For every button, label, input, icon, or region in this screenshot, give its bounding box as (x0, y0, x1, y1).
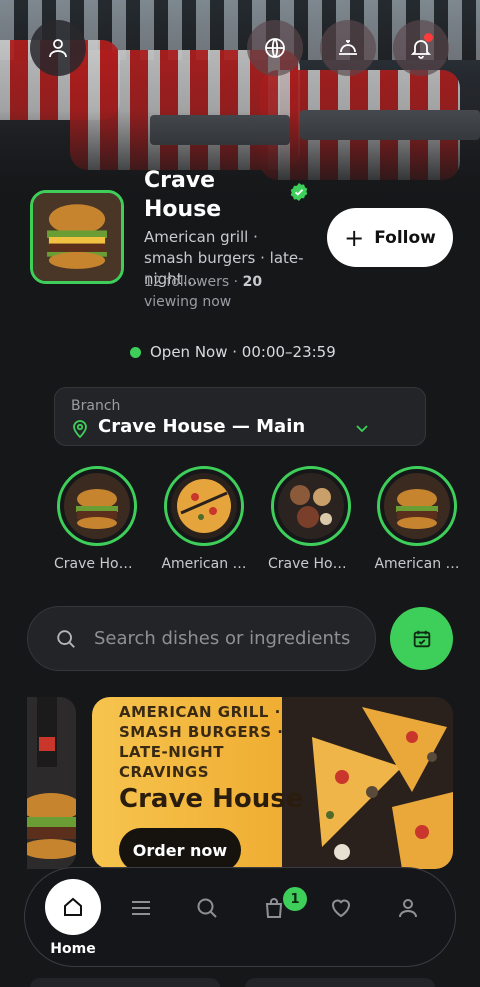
restaurant-logo (30, 190, 124, 284)
story-caption: American … (161, 556, 247, 572)
calendar-check-icon (413, 630, 430, 647)
pizza-thumbnail (171, 473, 237, 539)
search-icon (197, 898, 217, 918)
nav-home-label: Home (50, 941, 96, 957)
restaurant-stats: 12 followers · 20 viewing now (144, 272, 309, 312)
story-item[interactable]: Crave Hou… (268, 466, 354, 572)
branch-label: Branch (71, 398, 121, 414)
home-icon (64, 897, 82, 916)
previous-banner[interactable] (27, 697, 76, 869)
order-now-button[interactable]: Order now (119, 828, 241, 869)
globe-icon (265, 38, 285, 58)
story-item[interactable]: American … (161, 466, 247, 572)
language-button[interactable] (247, 20, 303, 76)
search-icon (57, 630, 75, 648)
banner-tagline: AMERICAN GRILL · SMASH BURGERS · LATE-NI… (119, 703, 284, 781)
branch-value: Crave House — Main (98, 416, 306, 437)
user-icon (49, 39, 67, 58)
promo-banner[interactable]: AMERICAN GRILL · SMASH BURGERS · LATE-NI… (92, 697, 453, 869)
follow-button[interactable]: + Follow (327, 208, 453, 267)
reservation-button[interactable] (390, 607, 453, 670)
service-button[interactable] (320, 20, 376, 76)
content-card-peek (245, 978, 435, 987)
nav-search-button[interactable] (193, 894, 221, 922)
profile-avatar-button[interactable] (30, 20, 86, 76)
restaurant-name: Crave House (144, 168, 222, 222)
viewing-suffix: viewing now (144, 294, 232, 310)
bottom-navigation: Home 1 (24, 867, 456, 967)
banner-title: Crave House (119, 784, 304, 814)
open-status: Open Now · 00:00–23:59 (130, 343, 336, 361)
burger-thumbnail (64, 473, 130, 539)
story-item[interactable]: American … (374, 466, 460, 572)
open-hours: Open Now · 00:00–23:59 (150, 343, 336, 361)
content-card-peek (30, 978, 220, 987)
chevron-down-icon (356, 425, 368, 433)
story-caption: Crave Hou… (268, 556, 354, 572)
nav-home-button[interactable] (45, 879, 101, 935)
profile-icon (399, 899, 417, 918)
burger-thumbnail (384, 473, 450, 539)
verified-check-icon (290, 183, 308, 201)
location-pin-icon (73, 420, 87, 438)
heart-icon (331, 899, 351, 918)
story-caption: American … (374, 556, 460, 572)
notifications-button[interactable] (393, 20, 449, 76)
followers-count: 12 followers · (144, 274, 243, 290)
story-item[interactable]: Crave Hou… (54, 466, 140, 572)
nav-profile-button[interactable] (394, 894, 422, 922)
grill-platter-thumbnail (278, 473, 344, 539)
plus-icon: + (344, 223, 365, 252)
cart-count-badge: 1 (283, 887, 307, 911)
branch-selector[interactable]: Branch Crave House — Main (54, 387, 426, 446)
nav-menu-button[interactable] (127, 894, 155, 922)
cloche-icon (339, 40, 357, 55)
story-caption: Crave Hou… (54, 556, 140, 572)
viewing-count: 20 (242, 274, 263, 290)
search-input[interactable] (94, 607, 370, 670)
nav-favorites-button[interactable] (327, 894, 355, 922)
notification-dot (424, 33, 433, 42)
status-dot-icon (130, 346, 141, 358)
follow-label: Follow (374, 227, 436, 248)
search-bar[interactable] (27, 606, 376, 671)
menu-icon (132, 901, 150, 915)
